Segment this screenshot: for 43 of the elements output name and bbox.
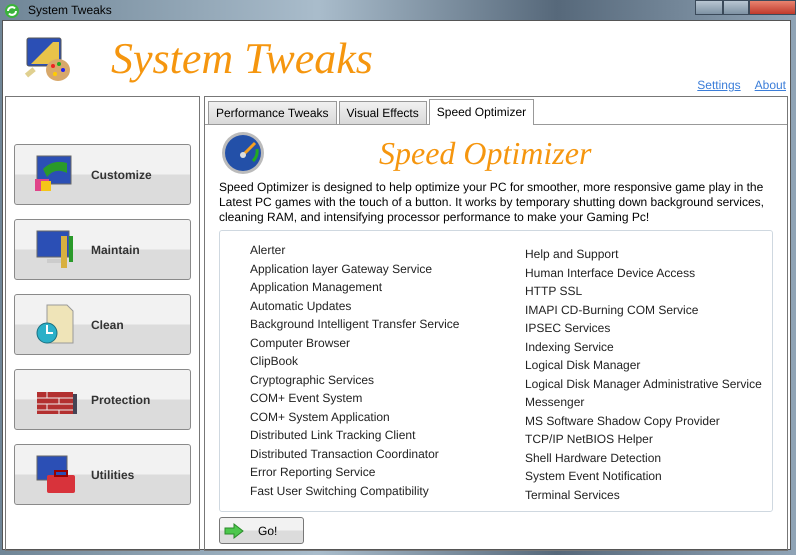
service-name: Logical Disk Manager: [525, 357, 642, 374]
description-text: Speed Optimizer is designed to help optimize your PC for smoother, more responsive game play in the Latest PC games with the touch of a button. It works by temporary shutting down background services, cleaning RAM, and intensifying processor performance to make your Gaming Pc!: [219, 180, 765, 225]
service-name: Help and Support: [525, 246, 620, 263]
service-name: Application Management: [250, 279, 384, 296]
service-name: Computer Browser: [250, 334, 352, 352]
service-name: System Event Notification: [525, 468, 663, 485]
service-name: Application layer Gateway Service: [250, 260, 434, 278]
service-name: Background Intelligent Transfer Service: [250, 316, 460, 333]
service-name: Indexing Service: [525, 338, 615, 356]
service-name: Alerter: [250, 242, 286, 259]
panel-title: Speed Optimizer: [379, 134, 592, 173]
service-name: IMAPI CD-Burning COM Service: [525, 302, 700, 318]
service-name: Shell Hardware Detection: [525, 450, 662, 466]
service-name: Messenger: [525, 394, 586, 411]
tab[interactable]: Speed Optimizer: [428, 99, 534, 125]
app-title: System Tweaks: [111, 32, 373, 84]
sidebar-button[interactable]: Utilities: [14, 444, 191, 505]
sidebar-button[interactable]: Maintain: [14, 219, 191, 280]
tab[interactable]: Visual Effects: [338, 101, 427, 124]
sidebar-button[interactable]: Customize: [14, 144, 191, 205]
service-name: Automatic Updates: [250, 298, 352, 314]
sidebar-button[interactable]: Clean: [14, 294, 191, 355]
service-name: ClipBook: [250, 353, 300, 370]
header-link[interactable]: Settings: [697, 76, 741, 94]
service-name: COM+ System Application: [250, 408, 391, 426]
service-name: TCP/IP NetBIOS Helper: [525, 431, 654, 448]
service-name: IPSEC Services: [525, 320, 612, 337]
service-name: Distributed Transaction Coordinator: [250, 446, 440, 462]
tab[interactable]: Performance Tweaks: [208, 101, 336, 124]
service-name: Distributed Link Tracking Client: [250, 427, 416, 444]
service-name: Terminal Services: [525, 486, 621, 504]
header-link[interactable]: About: [754, 76, 786, 94]
service-name: Cryptographic Services: [250, 372, 376, 388]
go-button[interactable]: Go!: [219, 517, 304, 544]
service-name: Human Interface Device Access: [525, 264, 696, 282]
service-name: Logical Disk Manager Administrative Service: [525, 376, 762, 392]
sidebar-button[interactable]: Protection: [14, 369, 191, 430]
service-name: Error Reporting Service: [250, 464, 376, 481]
service-name: HTTP SSL: [525, 283, 584, 300]
service-name: Fast User Switching Compatibility: [250, 482, 430, 500]
window-title: System Tweaks: [28, 2, 112, 19]
service-name: COM+ Event System: [250, 390, 364, 407]
service-name: MS Software Shadow Copy Provider: [525, 412, 721, 430]
